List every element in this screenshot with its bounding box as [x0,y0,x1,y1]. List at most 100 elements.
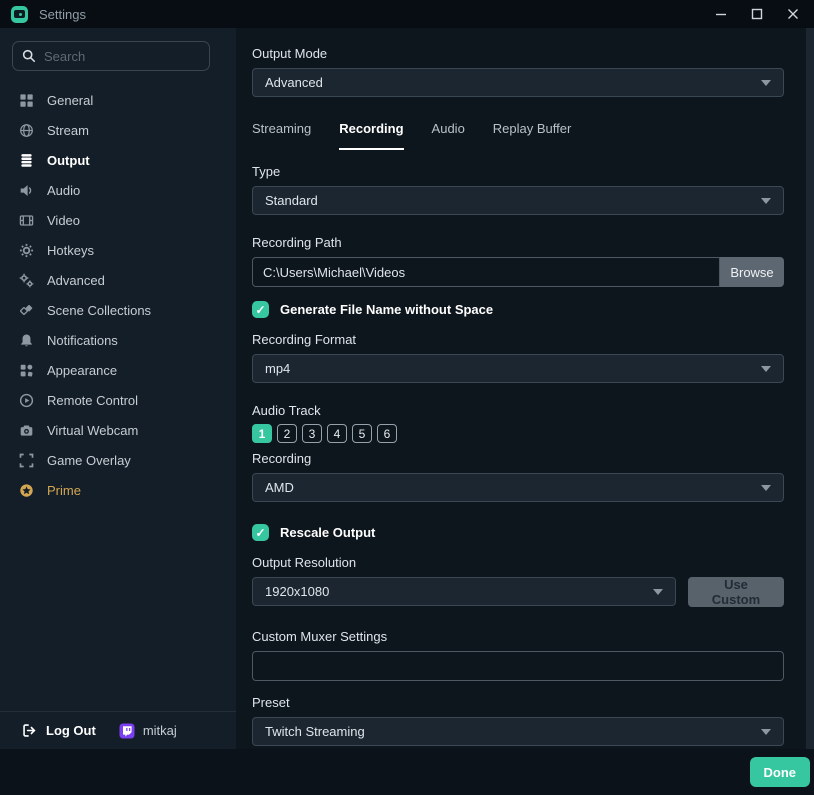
layers-icon [18,152,34,168]
sidebar-item-label: Game Overlay [47,453,131,468]
globe-icon [18,122,34,138]
sidebar-item-hotkeys[interactable]: Hotkeys [0,235,236,265]
sidebar-item-label: Output [47,153,90,168]
generate-filename-checkbox[interactable]: ✓ [252,301,269,318]
preset-select[interactable]: Twitch Streaming [252,717,784,746]
sidebar-item-label: Advanced [47,273,105,288]
generate-filename-label: Generate File Name without Space [280,302,493,317]
recording-format-select[interactable]: mp4 [252,354,784,383]
sidebar-item-audio[interactable]: Audio [0,175,236,205]
rescale-output-row: ✓ Rescale Output [252,524,784,541]
tab-recording[interactable]: Recording [339,121,403,150]
sidebar-item-game-overlay[interactable]: Game Overlay [0,445,236,475]
sidebar-item-virtual-webcam[interactable]: Virtual Webcam [0,415,236,445]
custom-muxer-input[interactable] [252,651,784,681]
output-mode-value: Advanced [265,75,761,90]
settings-window: Settings General [0,0,814,795]
sidebar-item-label: Virtual Webcam [47,423,138,438]
type-value: Standard [265,193,761,208]
window-title: Settings [39,7,86,22]
tab-streaming[interactable]: Streaming [252,121,311,150]
recording-encoder-select[interactable]: AMD [252,473,784,502]
speaker-icon [18,182,34,198]
sidebar-item-scene-collections[interactable]: Scene Collections [0,295,236,325]
sidebar-item-label: Scene Collections [47,303,151,318]
sidebar-item-advanced[interactable]: Advanced [0,265,236,295]
sidebar-item-video[interactable]: Video [0,205,236,235]
output-mode-select[interactable]: Advanced [252,68,784,97]
logout-button[interactable]: Log Out [22,723,96,738]
audio-track-4[interactable]: 4 [327,424,347,443]
sidebar-item-label: Video [47,213,80,228]
chevron-down-icon [761,80,771,86]
preset-label: Preset [252,695,784,710]
audio-track-3[interactable]: 3 [302,424,322,443]
browse-button[interactable]: Browse [720,257,784,287]
search-box[interactable] [12,41,210,71]
titlebar: Settings [0,0,814,28]
chevron-down-icon [761,485,771,491]
overlay-icon [18,452,34,468]
sidebar-nav: General Stream Output Audio Video [0,85,236,711]
recording-path-input[interactable] [252,257,720,287]
output-resolution-label: Output Resolution [252,555,784,570]
recording-format-label: Recording Format [252,332,784,347]
tab-audio[interactable]: Audio [432,121,465,150]
output-tabs: Streaming Recording Audio Replay Buffer [252,121,784,150]
sidebar-item-prime[interactable]: Prime [0,475,236,505]
chevron-down-icon [761,366,771,372]
recording-encoder-label: Recording [252,451,784,466]
logout-icon [22,723,37,738]
logout-label: Log Out [46,723,96,738]
sidebar-item-label: Prime [47,483,81,498]
sidebar-item-appearance[interactable]: Appearance [0,355,236,385]
maximize-button[interactable] [744,3,770,25]
audio-track-label: Audio Track [252,403,784,418]
sidebar-item-remote-control[interactable]: Remote Control [0,385,236,415]
type-select[interactable]: Standard [252,186,784,215]
rescale-output-label: Rescale Output [280,525,375,540]
sidebar-item-label: Hotkeys [47,243,94,258]
film-icon [18,212,34,228]
recording-encoder-value: AMD [265,480,761,495]
sidebar-footer: Log Out mitkaj [0,711,236,749]
sidebar-item-stream[interactable]: Stream [0,115,236,145]
done-button[interactable]: Done [750,757,811,787]
audio-track-5[interactable]: 5 [352,424,372,443]
sidebar-item-general[interactable]: General [0,85,236,115]
chevron-down-icon [653,589,663,595]
play-circle-icon [18,392,34,408]
output-settings-panel: Output Mode Advanced Streaming Recording… [236,28,814,749]
audio-track-6[interactable]: 6 [377,424,397,443]
bell-icon [18,332,34,348]
audio-track-1[interactable]: 1 [252,424,272,443]
use-custom-button[interactable]: Use Custom [688,577,784,607]
preset-value: Twitch Streaming [265,724,761,739]
gears-icon [18,272,34,288]
username: mitkaj [143,723,177,738]
twitch-account[interactable]: mitkaj [119,723,177,739]
audio-track-2[interactable]: 2 [277,424,297,443]
output-resolution-value: 1920x1080 [265,584,653,599]
output-resolution-select[interactable]: 1920x1080 [252,577,676,606]
close-button[interactable] [780,3,806,25]
recording-format-value: mp4 [265,361,761,376]
chevron-down-icon [761,198,771,204]
sidebar-item-notifications[interactable]: Notifications [0,325,236,355]
sidebar-item-label: Notifications [47,333,118,348]
search-icon [22,49,36,63]
generate-filename-row: ✓ Generate File Name without Space [252,301,784,318]
sidebar: General Stream Output Audio Video [0,28,236,749]
prime-icon [18,482,34,498]
bottom-bar: Done [0,749,814,795]
recording-path-label: Recording Path [252,235,784,250]
search-input[interactable] [44,49,220,64]
scenes-icon [18,302,34,318]
sidebar-item-output[interactable]: Output [0,145,236,175]
sidebar-item-label: Remote Control [47,393,138,408]
appearance-icon [18,362,34,378]
rescale-output-checkbox[interactable]: ✓ [252,524,269,541]
tab-replay-buffer[interactable]: Replay Buffer [493,121,572,150]
minimize-button[interactable] [708,3,734,25]
sidebar-item-label: Appearance [47,363,117,378]
